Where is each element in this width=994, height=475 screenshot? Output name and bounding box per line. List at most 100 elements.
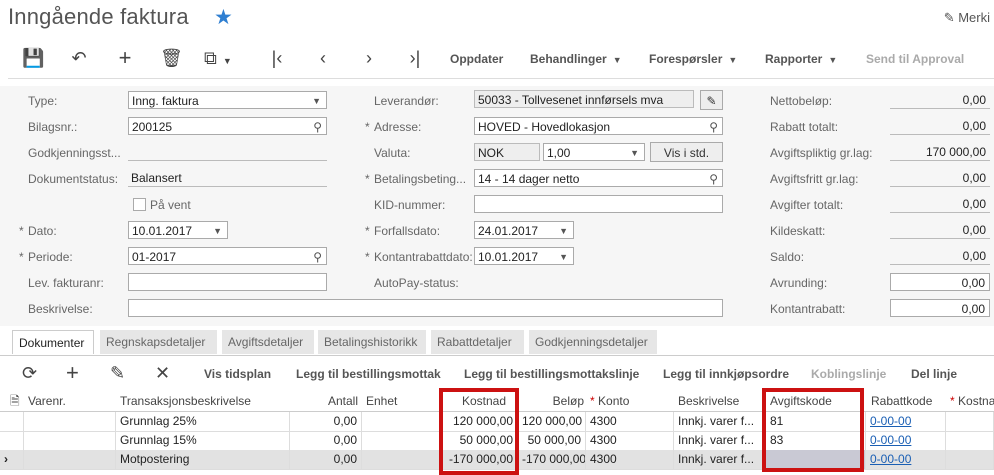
- belop-cell[interactable]: -170 000,00: [518, 450, 586, 469]
- delete-row-icon[interactable]: ✕: [155, 363, 170, 384]
- pa-vent-checkbox[interactable]: [133, 198, 146, 211]
- kurs-select[interactable]: 1,00 ▼: [543, 143, 645, 161]
- previous-record-icon[interactable]: ‹: [312, 48, 334, 68]
- konto-cell[interactable]: 4300: [586, 450, 674, 469]
- search-icon[interactable]: ⚲: [313, 118, 322, 136]
- trans-cell[interactable]: Grunnlag 25%: [116, 412, 290, 431]
- dato-value: 10.01.2017: [132, 224, 193, 238]
- del-linje-button[interactable]: Del linje: [911, 367, 957, 381]
- konto-cell[interactable]: 4300: [586, 412, 674, 431]
- bilagsnr-field[interactable]: 200125 ⚲: [128, 117, 327, 135]
- beskrivelse-input[interactable]: [128, 299, 723, 317]
- row-selector[interactable]: [0, 431, 24, 450]
- koblingslinje-button[interactable]: Koblingslinje: [811, 367, 886, 381]
- belop-cell[interactable]: 120 000,00: [518, 412, 586, 431]
- tab-betalingshistorikk[interactable]: Betalingshistorikk: [318, 330, 426, 354]
- foresporsler-menu[interactable]: Forespørsler ▼: [649, 52, 737, 66]
- grid-toolbar: ⟳ + ✎ ✕ Vis tidsplan Legg til bestilling…: [0, 355, 994, 390]
- kostnadssted-cell[interactable]: [946, 412, 994, 431]
- col-belop[interactable]: Beløp: [518, 392, 584, 411]
- row-selector[interactable]: [0, 412, 24, 431]
- behandlinger-menu[interactable]: Behandlinger ▼: [530, 52, 622, 66]
- vis-i-std-button[interactable]: Vis i std.: [650, 142, 723, 162]
- periode-field[interactable]: 01-2017 ⚲: [128, 247, 327, 265]
- notes-link[interactable]: ✎ Merki: [944, 10, 990, 26]
- varenr-cell[interactable]: [24, 450, 116, 469]
- edit-row-icon[interactable]: ✎: [110, 363, 125, 384]
- tab-godkjenningsdetaljer[interactable]: Godkjenningsdetaljer: [529, 330, 657, 354]
- favorite-star-icon[interactable]: ★: [214, 5, 233, 30]
- send-approval-button[interactable]: Send til Approval: [866, 52, 964, 66]
- refresh-icon[interactable]: ⟳: [22, 363, 37, 384]
- undo-icon[interactable]: ↶: [68, 48, 90, 68]
- add-icon[interactable]: +: [114, 47, 136, 69]
- trans-cell[interactable]: Motpostering: [116, 450, 290, 469]
- varenr-cell[interactable]: [24, 431, 116, 450]
- kostnadssted-cell[interactable]: [946, 431, 994, 450]
- tab-regnskapsdetaljer[interactable]: Regnskapsdetaljer: [100, 330, 217, 354]
- beskrivelse-cell[interactable]: Innkj. varer f...: [674, 431, 766, 450]
- search-icon[interactable]: ⚲: [709, 118, 718, 136]
- kid-input[interactable]: [474, 195, 723, 213]
- search-icon[interactable]: ⚲: [709, 170, 718, 188]
- kontantrabattdato-label: Kontantrabattdato:: [365, 250, 473, 264]
- next-record-icon[interactable]: ›: [358, 48, 380, 68]
- belop-cell[interactable]: 50 000,00: [518, 431, 586, 450]
- col-antall[interactable]: Antall: [290, 392, 358, 411]
- legg-til-innkjopsordre-button[interactable]: Legg til innkjøpsordre: [663, 367, 789, 381]
- antall-cell[interactable]: 0,00: [290, 412, 362, 431]
- avgifter-totalt-value: 0,00: [890, 195, 990, 213]
- save-icon[interactable]: 💾: [22, 48, 44, 68]
- legg-til-bestillingsmottakslinje-button[interactable]: Legg til bestillingsmottakslinje: [464, 367, 639, 381]
- antall-cell[interactable]: 0,00: [290, 431, 362, 450]
- type-select[interactable]: Inng. faktura ▼: [128, 91, 327, 109]
- kostnadssted-cell[interactable]: [946, 450, 994, 469]
- rabattkode-link[interactable]: 0-00-00: [866, 450, 946, 469]
- dato-field[interactable]: 10.01.2017 ▼: [128, 221, 228, 239]
- last-record-icon[interactable]: ›|: [404, 48, 426, 68]
- rabattkode-link[interactable]: 0-00-00: [866, 431, 946, 450]
- copy-paste-icon[interactable]: ⧉ ▼: [204, 48, 232, 71]
- forfallsdato-field[interactable]: 24.01.2017 ▼: [474, 221, 574, 239]
- kontantrabattdato-field[interactable]: 10.01.2017 ▼: [474, 247, 574, 265]
- nettobelop-value: 0,00: [890, 91, 990, 109]
- tab-avgiftsdetaljer[interactable]: Avgiftsdetaljer: [222, 330, 314, 354]
- col-transaksjonsbeskrivelse[interactable]: Transaksjonsbeskrivelse: [120, 392, 290, 411]
- nettobelop-label: Nettobeløp:: [770, 94, 833, 108]
- col-enhet[interactable]: Enhet: [366, 392, 436, 411]
- enhet-cell[interactable]: [362, 412, 440, 431]
- col-varenr[interactable]: Varenr.: [28, 392, 114, 411]
- tab-dokumenter[interactable]: Dokumenter: [12, 330, 94, 354]
- dato-label: Dato:: [19, 224, 57, 238]
- col-rabattkode[interactable]: Rabattkode: [871, 392, 946, 411]
- rabattkode-link[interactable]: 0-00-00: [866, 412, 946, 431]
- antall-cell[interactable]: 0,00: [290, 450, 362, 469]
- betalingsbetingelser-field[interactable]: 14 - 14 dager netto ⚲: [474, 169, 723, 187]
- vis-tidsplan-button[interactable]: Vis tidsplan: [204, 367, 271, 381]
- edit-leverandor-button[interactable]: ✎: [700, 90, 723, 110]
- trans-cell[interactable]: Grunnlag 15%: [116, 431, 290, 450]
- levfakturanr-input[interactable]: [128, 273, 327, 291]
- konto-cell[interactable]: 4300: [586, 431, 674, 450]
- rapporter-menu[interactable]: Rapporter ▼: [765, 52, 837, 66]
- enhet-cell[interactable]: [362, 450, 440, 469]
- legg-til-bestillingsmottak-button[interactable]: Legg til bestillingsmottak: [296, 367, 441, 381]
- avrunding-input[interactable]: 0,00: [890, 273, 990, 291]
- tab-rabattdetaljer[interactable]: Rabattdetaljer: [431, 330, 524, 354]
- col-kostnadssted[interactable]: * Kostna: [950, 392, 994, 411]
- current-row-chevron-icon[interactable]: ›: [0, 450, 24, 469]
- adresse-field[interactable]: HOVED - Hovedlokasjon ⚲: [474, 117, 723, 135]
- add-row-icon[interactable]: +: [66, 360, 79, 386]
- search-icon[interactable]: ⚲: [313, 248, 322, 266]
- beskrivelse-cell[interactable]: Innkj. varer f...: [674, 450, 766, 469]
- col-beskrivelse[interactable]: Beskrivelse: [678, 392, 764, 411]
- first-record-icon[interactable]: |‹: [266, 48, 288, 68]
- chevron-down-icon: ▼: [559, 226, 568, 236]
- kontantrabatt-input[interactable]: 0,00: [890, 299, 990, 317]
- oppdater-button[interactable]: Oppdater: [450, 52, 503, 66]
- enhet-cell[interactable]: [362, 431, 440, 450]
- beskrivelse-cell[interactable]: Innkj. varer f...: [674, 412, 766, 431]
- varenr-cell[interactable]: [24, 412, 116, 431]
- delete-icon[interactable]: 🗑: [160, 48, 183, 68]
- col-konto[interactable]: * Konto: [590, 392, 670, 411]
